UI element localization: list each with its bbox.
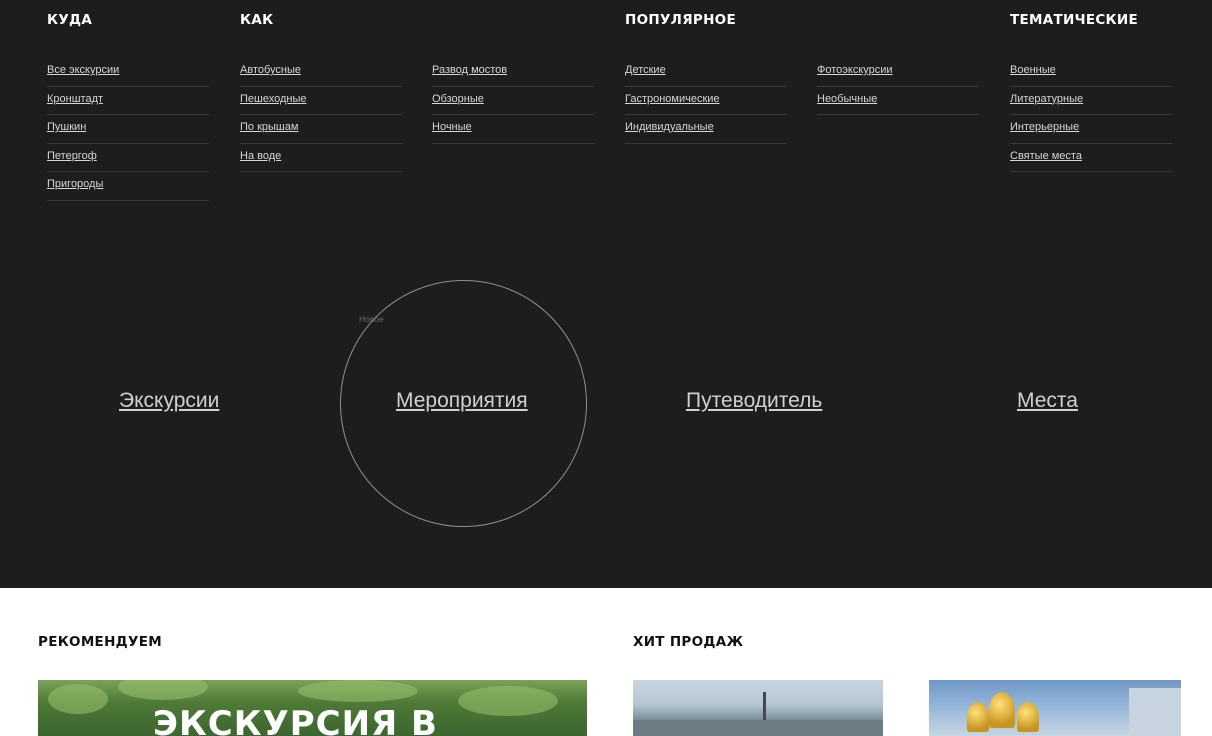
menu-column-thematic: Военные Литературные Интерьерные Святые … [1010, 58, 1172, 172]
menu-column-how: Автобусные Пешеходные По крышам На воде [240, 58, 402, 172]
menu-link[interactable]: Автобусные [240, 58, 402, 87]
menu-link[interactable]: Детские [625, 58, 787, 87]
bestseller-title: Хит продаж [633, 634, 744, 650]
menu-link[interactable]: Литературные [1010, 87, 1172, 115]
bestseller-card-2[interactable] [929, 680, 1181, 736]
menu-link[interactable]: Развод мостов [432, 58, 594, 87]
menu-column-where: Все экскурсии Кронштадт Пушкин Петергоф … [47, 58, 209, 201]
menu-column-popular-2: Фотоэкскурсии Необычные [817, 58, 979, 115]
menu-link[interactable]: Необычные [817, 87, 979, 115]
menu-column-how-2: Развод мостов Обзорные Ночные [432, 58, 594, 144]
nav-places[interactable]: Места [1017, 389, 1078, 413]
menu-link[interactable]: Фотоэкскурсии [817, 58, 979, 87]
menu-link[interactable]: Петергоф [47, 144, 209, 172]
menu-link[interactable]: Обзорные [432, 87, 594, 115]
recommend-card[interactable]: Экскурсия в [38, 680, 587, 736]
menu-link[interactable]: Пригороды [47, 172, 209, 201]
menu-link[interactable]: Индивидуальные [625, 115, 787, 144]
menu-link[interactable]: Пешеходные [240, 87, 402, 115]
menu-link[interactable]: Святые места [1010, 144, 1172, 172]
menu-link[interactable]: Все экскурсии [47, 58, 209, 87]
menu-link[interactable]: Пушкин [47, 115, 209, 144]
menu-column-popular: Детские Гастрономические Индивидуальные [625, 58, 787, 144]
menu-heading-thematic: Тематические [1010, 12, 1139, 28]
menu-link[interactable]: Кронштадт [47, 87, 209, 115]
menu-link[interactable]: Военные [1010, 58, 1172, 87]
menu-link[interactable]: Ночные [432, 115, 594, 144]
nav-excursions[interactable]: Экскурсии [119, 389, 219, 413]
recommend-banner-text: Экскурсия в [153, 704, 438, 736]
menu-link[interactable]: По крышам [240, 115, 402, 144]
bestseller-card-1[interactable] [633, 680, 883, 736]
menu-link[interactable]: Гастрономические [625, 87, 787, 115]
menu-heading-where: Куда [47, 12, 93, 28]
nav-guide[interactable]: Путеводитель [686, 389, 822, 413]
menu-link[interactable]: Интерьерные [1010, 115, 1172, 144]
menu-heading-how: Как [240, 12, 274, 28]
menu-link[interactable]: На воде [240, 144, 402, 172]
footer-menu-panel: Куда Как Популярное Тематические Все экс… [0, 0, 1212, 588]
menu-heading-popular: Популярное [625, 12, 736, 28]
recommend-title: Рекомендуем [38, 634, 162, 650]
new-badge: Новое [359, 314, 384, 324]
nav-events[interactable]: Мероприятия [396, 389, 528, 413]
